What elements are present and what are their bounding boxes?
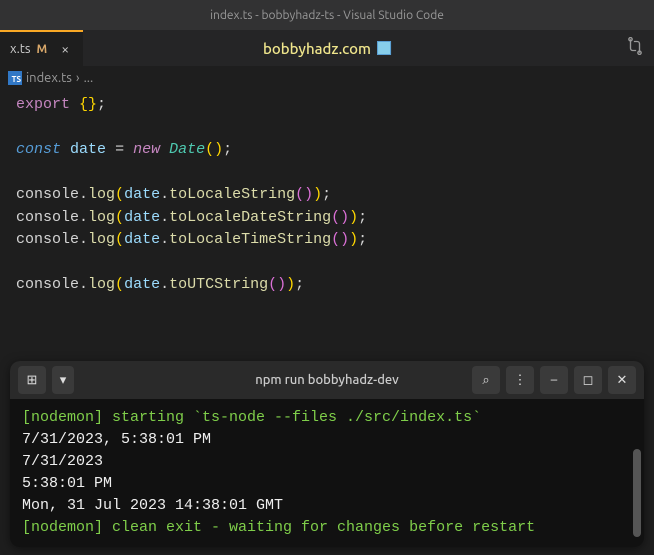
code-line: console.log(date.toLocaleTimeString());	[16, 229, 638, 252]
typescript-icon: TS	[8, 71, 22, 85]
breadcrumb-rest: ...	[84, 71, 94, 85]
code-line: console.log(date.toUTCString());	[16, 274, 638, 297]
terminal-new-tab-button[interactable]: ⊞	[18, 366, 46, 394]
url-banner: bobbyhadz.com	[263, 40, 391, 57]
terminal-line: 7/31/2023	[22, 451, 632, 473]
code-line	[16, 252, 638, 275]
cube-icon	[377, 41, 391, 55]
terminal-line: [nodemon] clean exit - waiting for chang…	[22, 517, 632, 539]
window-title-bar: index.ts - bobbyhadz-ts - Visual Studio …	[0, 0, 654, 30]
terminal-title: npm run bobbyhadz-dev	[255, 373, 399, 387]
breadcrumb-sep: ›	[76, 71, 80, 85]
breadcrumb[interactable]: TS index.ts › ...	[0, 66, 654, 90]
file-tab[interactable]: x.ts M ×	[0, 30, 83, 66]
terminal-scrollbar[interactable]	[633, 449, 641, 537]
editor-tab-bar: x.ts M × bobbyhadz.com	[0, 30, 654, 66]
kebab-menu-icon: ⋮	[514, 373, 527, 388]
minimize-icon: –	[551, 373, 557, 387]
code-line: export {};	[16, 94, 638, 117]
url-text: bobbyhadz.com	[263, 40, 371, 57]
terminal-maximize-button[interactable]: ◻	[574, 366, 602, 394]
code-line	[16, 117, 638, 140]
plus-icon: ⊞	[27, 373, 38, 388]
tab-filename: x.ts	[10, 42, 31, 56]
terminal-minimize-button[interactable]: –	[540, 366, 568, 394]
terminal-menu-button[interactable]: ⋮	[506, 366, 534, 394]
tab-close-icon[interactable]: ×	[57, 41, 73, 57]
terminal-line: 5:38:01 PM	[22, 473, 632, 495]
terminal-header: ⊞ ▾ npm run bobbyhadz-dev ⌕ ⋮ – ◻ ✕	[10, 361, 644, 399]
search-icon: ⌕	[482, 373, 489, 388]
breadcrumb-file: index.ts	[26, 71, 72, 85]
code-line	[16, 162, 638, 185]
terminal-line: 7/31/2023, 5:38:01 PM	[22, 429, 632, 451]
terminal-panel: ⊞ ▾ npm run bobbyhadz-dev ⌕ ⋮ – ◻ ✕ [nod…	[10, 361, 644, 547]
terminal-line: Mon, 31 Jul 2023 14:38:01 GMT	[22, 495, 632, 517]
terminal-output[interactable]: [nodemon] starting `ts-node --files ./sr…	[10, 399, 644, 547]
window-title: index.ts - bobbyhadz-ts - Visual Studio …	[210, 9, 444, 22]
terminal-dropdown-button[interactable]: ▾	[52, 366, 74, 394]
compare-changes-icon[interactable]	[626, 37, 644, 59]
code-line: console.log(date.toLocaleDateString());	[16, 207, 638, 230]
terminal-search-button[interactable]: ⌕	[472, 366, 500, 394]
code-line: const date = new Date();	[16, 139, 638, 162]
terminal-line: [nodemon] starting `ts-node --files ./sr…	[22, 407, 632, 429]
chevron-down-icon: ▾	[60, 373, 67, 388]
terminal-close-button[interactable]: ✕	[608, 366, 636, 394]
close-icon: ✕	[617, 373, 628, 388]
maximize-icon: ◻	[583, 373, 594, 388]
code-line: console.log(date.toLocaleString());	[16, 184, 638, 207]
tab-modified-indicator: M	[37, 43, 48, 56]
code-editor[interactable]: export {}; const date = new Date(); cons…	[0, 90, 654, 301]
